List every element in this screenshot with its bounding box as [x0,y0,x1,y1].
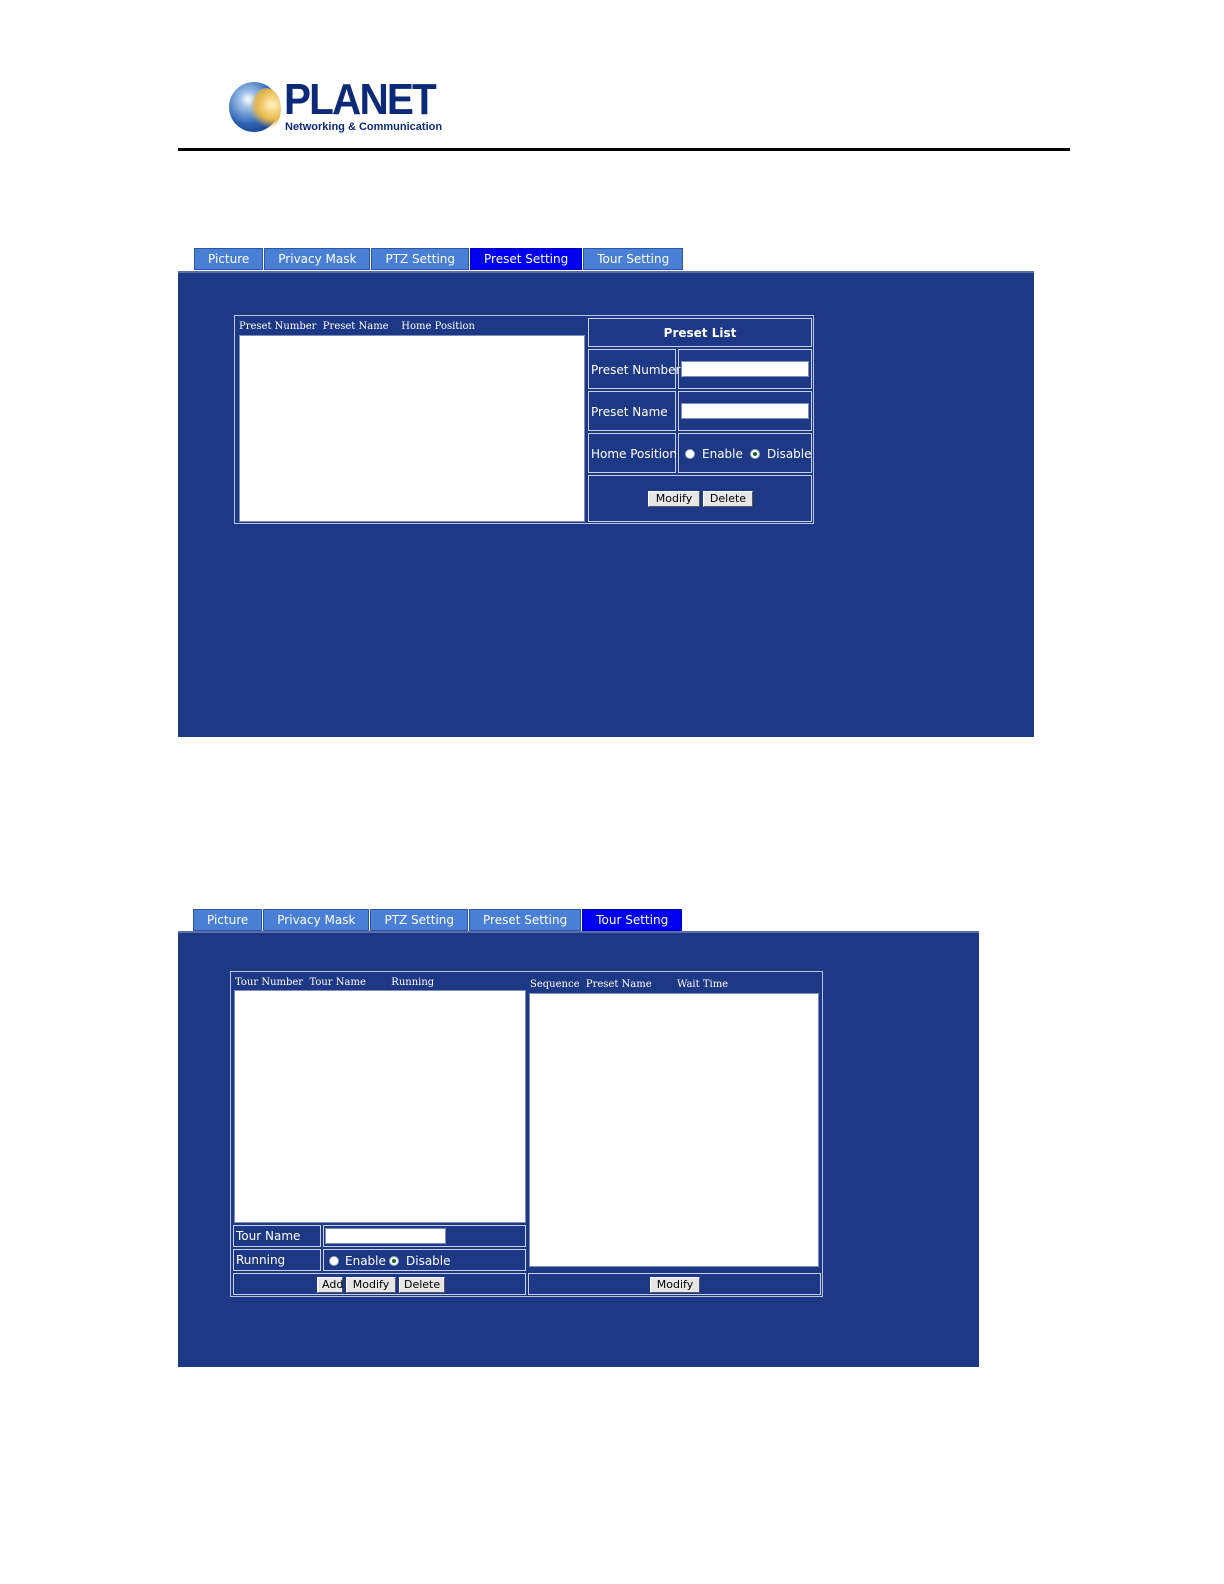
running-disable-radio[interactable] [389,1256,399,1266]
home-position-label-cell: Home Position [588,433,677,473]
globe-logo-icon [229,82,281,132]
tour-name-label: Tour Name [236,1229,301,1243]
preset-list-title: Preset List [663,326,737,340]
running-enable-label: Enable [345,1254,386,1268]
home-position-disable-radio[interactable] [750,449,760,459]
preset-actions-cell: Modify Delete [588,475,812,522]
preset-list-title-cell: Preset List [588,318,812,347]
running-label-cell: Running [233,1249,321,1271]
running-label: Running [236,1253,286,1267]
tab-preset-setting-2[interactable]: Preset Setting [469,909,582,931]
preset-name-label: Preset Name [591,405,668,419]
sequence-actions-cell: Modify [528,1273,821,1295]
preset-setting-panel: Preset Number Preset Name Home Position … [178,271,1034,737]
tab-preset-setting[interactable]: Preset Setting [470,248,583,270]
preset-number-input[interactable] [681,361,809,377]
tour-setting-panel: Tour Number Tour Name Running Tour Name … [178,931,979,1367]
home-position-label: Home Position [591,447,677,461]
running-enable-radio[interactable] [329,1256,339,1266]
running-options-cell: Enable Disable [323,1249,526,1271]
tour-modify-button[interactable]: Modify [346,1277,396,1293]
preset-modify-button[interactable]: Modify [648,491,700,507]
tab-privacy-mask-2[interactable]: Privacy Mask [263,909,370,931]
home-position-disable-label: Disable [767,447,812,461]
tour-name-input-cell [323,1225,526,1247]
tour-name-input[interactable] [325,1228,446,1244]
brand-tagline: Networking & Communication [285,121,443,133]
header-divider [178,148,1070,151]
tour-delete-button[interactable]: Delete [399,1277,445,1293]
preset-delete-button[interactable]: Delete [703,491,753,507]
planet-logo: PLANET Networking & Communication [229,78,442,136]
preset-name-input-cell [678,391,812,431]
tour-list-header: Tour Number Tour Name Running [235,977,435,988]
tab-tour-setting[interactable]: Tour Setting [583,248,684,270]
tab-privacy-mask[interactable]: Privacy Mask [264,248,371,270]
preset-listbox[interactable] [239,335,585,522]
preset-name-label-cell: Preset Name [588,391,676,431]
preset-name-input[interactable] [681,403,809,419]
tab-tour-setting-2[interactable]: Tour Setting [582,909,683,931]
preset-list-header: Preset Number Preset Name Home Position [239,321,475,332]
home-position-enable-label: Enable [702,447,743,461]
preset-number-input-cell [678,349,812,389]
sequence-listbox[interactable] [529,993,819,1267]
preset-number-label-cell: Preset Number [588,349,680,389]
tour-screen-tabs: Picture Privacy Mask PTZ Setting Preset … [193,909,683,931]
running-disable-label: Disable [406,1254,451,1268]
tab-picture-2[interactable]: Picture [193,909,263,931]
sequence-list-header: Sequence Preset Name Wait Time [530,979,729,990]
brand-name: PLANET [284,75,437,124]
tab-ptz-setting[interactable]: PTZ Setting [371,248,470,270]
tab-picture[interactable]: Picture [194,248,264,270]
home-position-options-cell: Enable Disable [678,433,812,473]
preset-screen-tabs: Picture Privacy Mask PTZ Setting Preset … [194,248,684,270]
tour-name-label-cell: Tour Name [233,1225,321,1247]
tour-listbox[interactable] [234,990,526,1223]
tour-actions-cell: Add Modify Delete [233,1273,526,1295]
tour-add-button[interactable]: Add [317,1277,343,1293]
sequence-modify-button[interactable]: Modify [650,1277,700,1293]
tab-ptz-setting-2[interactable]: PTZ Setting [370,909,469,931]
preset-number-label: Preset Number [591,363,681,377]
home-position-enable-radio[interactable] [685,449,695,459]
